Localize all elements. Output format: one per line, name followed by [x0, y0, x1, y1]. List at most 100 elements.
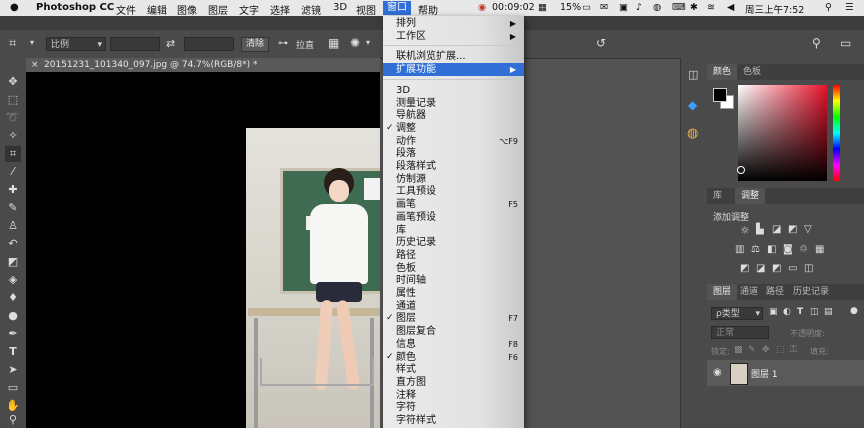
swap-icon[interactable]: ⇄ [166, 37, 175, 50]
grid-overlay-icon[interactable]: ▦ [328, 36, 339, 50]
menu-item[interactable]: 测量记录 [383, 97, 524, 110]
filter-type-icon[interactable]: T [797, 307, 803, 317]
tray-icon-apps[interactable]: ▦ [538, 2, 547, 13]
menu-item[interactable]: 属性 [383, 287, 524, 300]
color-picker-cursor[interactable] [737, 166, 745, 174]
menu-file[interactable]: 文件 [116, 2, 136, 17]
document-tab[interactable]: × 20151231_101340_097.jpg @ 74.7%(RGB/8*… [26, 58, 380, 72]
filter-toggle-icon[interactable]: ● [850, 306, 858, 316]
menu-item[interactable]: ✓ 图层 F7 [383, 312, 524, 325]
posterize-icon[interactable]: ◪ [756, 263, 765, 274]
record-icon[interactable]: ◉ [478, 2, 486, 13]
apple-icon[interactable]: ● [10, 2, 19, 13]
filter-adjustment-icon[interactable]: ◐ [783, 307, 791, 317]
menu-item[interactable]: 段落样式 [383, 160, 524, 173]
menu-item[interactable]: 字符样式 [383, 414, 524, 427]
lock-pixels-icon[interactable]: ▩ [734, 345, 743, 355]
notification-icon[interactable]: ☰ [845, 2, 854, 13]
menu-item[interactable]: 库 [383, 224, 524, 237]
threshold-icon[interactable]: ◩ [772, 263, 781, 274]
mic-icon[interactable]: ♪ [636, 2, 642, 13]
menu-item[interactable]: 通道 [383, 300, 524, 313]
menu-item[interactable]: 段落 [383, 147, 524, 160]
straighten-button[interactable]: 拉直 [296, 38, 314, 51]
lasso-tool-icon[interactable]: ➰ [5, 110, 21, 126]
channel-mixer-icon[interactable]: ♲ [799, 244, 808, 255]
menu-item[interactable]: 画笔 F5 [383, 198, 524, 211]
magic-wand-tool-icon[interactable]: ✧ [5, 128, 21, 144]
chevron-down-icon[interactable]: ▾ [366, 38, 370, 47]
clear-button[interactable]: 清除 [241, 37, 269, 52]
battery-icon[interactable]: ▭ [582, 2, 591, 13]
tray-icon-square[interactable]: ▣ [619, 2, 628, 13]
brightness-icon[interactable]: ☼ [740, 224, 750, 237]
type-tool-icon[interactable]: T [5, 344, 21, 360]
eraser-tool-icon[interactable]: ◩ [5, 254, 21, 270]
tab-adjustments[interactable]: 调整 [735, 188, 766, 204]
straighten-icon[interactable]: ⊶ [278, 38, 288, 49]
menu-item[interactable]: 导航器 [383, 109, 524, 122]
menu-item[interactable]: 路径 [383, 249, 524, 262]
wifi-icon[interactable]: ≋ [707, 2, 715, 13]
menu-item[interactable]: 色板 [383, 262, 524, 275]
width-field[interactable] [110, 37, 160, 51]
reset-icon[interactable]: ↺ [596, 36, 606, 50]
tab-history[interactable]: 历史记录 [787, 284, 835, 300]
levels-icon[interactable]: ▙ [756, 224, 764, 235]
menu-image[interactable]: 图像 [177, 2, 197, 17]
menu-type[interactable]: 文字 [239, 2, 259, 17]
crop-tool-icon[interactable]: ⌗ [9, 36, 16, 51]
menu-select[interactable]: 选择 [270, 2, 290, 17]
filter-shape-icon[interactable]: ◫ [810, 307, 819, 317]
menu-item[interactable]: 画笔预设 [383, 211, 524, 224]
tab-layers[interactable]: 图层 [707, 284, 738, 300]
history-brush-tool-icon[interactable]: ↶ [5, 236, 21, 252]
marquee-tool-icon[interactable]: ⬚ [5, 92, 21, 108]
gear-icon[interactable]: ✺ [350, 36, 360, 50]
mail-icon[interactable]: ✉ [600, 2, 608, 13]
tab-swatches[interactable]: 色板 [737, 64, 767, 80]
eye-icon[interactable]: ◉ [713, 367, 722, 378]
healing-brush-tool-icon[interactable]: ✚ [5, 182, 21, 198]
menu-window[interactable]: 窗口 [383, 1, 411, 15]
menu-3d[interactable]: 3D [333, 2, 347, 13]
dodge-tool-icon[interactable]: ● [5, 308, 21, 324]
eyedropper-tool-icon[interactable]: ⁄ [5, 164, 21, 180]
blend-mode-select[interactable]: 正常 [711, 326, 769, 339]
invert-icon[interactable]: ◩ [740, 263, 749, 274]
paint-bucket-tool-icon[interactable]: ◈ [5, 272, 21, 288]
color-wheel-icon[interactable]: ◍ [687, 126, 698, 141]
workspace-icon[interactable]: ▭ [840, 36, 851, 50]
tab-libraries[interactable]: 库 [707, 188, 728, 204]
menu-item[interactable]: 动作 ⌥F9 [383, 135, 524, 148]
ratio-select[interactable]: 比例 ▾ [46, 37, 106, 51]
lock-artboard-icon[interactable]: ⬚ [776, 345, 785, 355]
app-menu[interactable]: Photoshop CC [36, 2, 114, 13]
menu-item[interactable]: ✓ 调整 [383, 122, 524, 135]
foreground-color[interactable] [713, 88, 727, 102]
lock-paint-icon[interactable]: ✎ [748, 345, 756, 355]
menu-item[interactable]: 字符 [383, 401, 524, 414]
pen-tool-icon[interactable]: ✒ [5, 326, 21, 342]
menu-view[interactable]: 视图 [356, 2, 376, 17]
menu-item[interactable]: 3D [383, 84, 524, 97]
keyboard-icon[interactable]: ⌨ [672, 2, 686, 13]
clock[interactable]: 周三上午7:52 [745, 2, 804, 16]
menu-item[interactable]: 直方图 [383, 376, 524, 389]
curves-icon[interactable]: ◪ [772, 224, 781, 235]
tab-paths[interactable]: 路径 [760, 284, 790, 300]
exposure-icon[interactable]: ◩ [788, 224, 797, 235]
menu-item[interactable]: 扩展功能 ▶ [383, 63, 524, 77]
menu-item[interactable]: 信息 F8 [383, 338, 524, 351]
move-tool-icon[interactable]: ✥ [5, 74, 21, 90]
filter-pixel-icon[interactable]: ▣ [769, 307, 778, 317]
tab-color[interactable]: 颜色 [707, 64, 738, 80]
hue-slider[interactable] [833, 85, 840, 181]
color-balance-icon[interactable]: ⚖ [751, 244, 760, 255]
lock-position-icon[interactable]: ✥ [762, 345, 770, 355]
menu-item[interactable]: 时间轴 [383, 274, 524, 287]
menu-item[interactable]: 联机浏览扩展... [383, 50, 524, 63]
selective-color-icon[interactable]: ◫ [804, 263, 813, 274]
menu-item[interactable]: 仿制源 [383, 173, 524, 186]
filter-smart-icon[interactable]: ▤ [824, 307, 833, 317]
